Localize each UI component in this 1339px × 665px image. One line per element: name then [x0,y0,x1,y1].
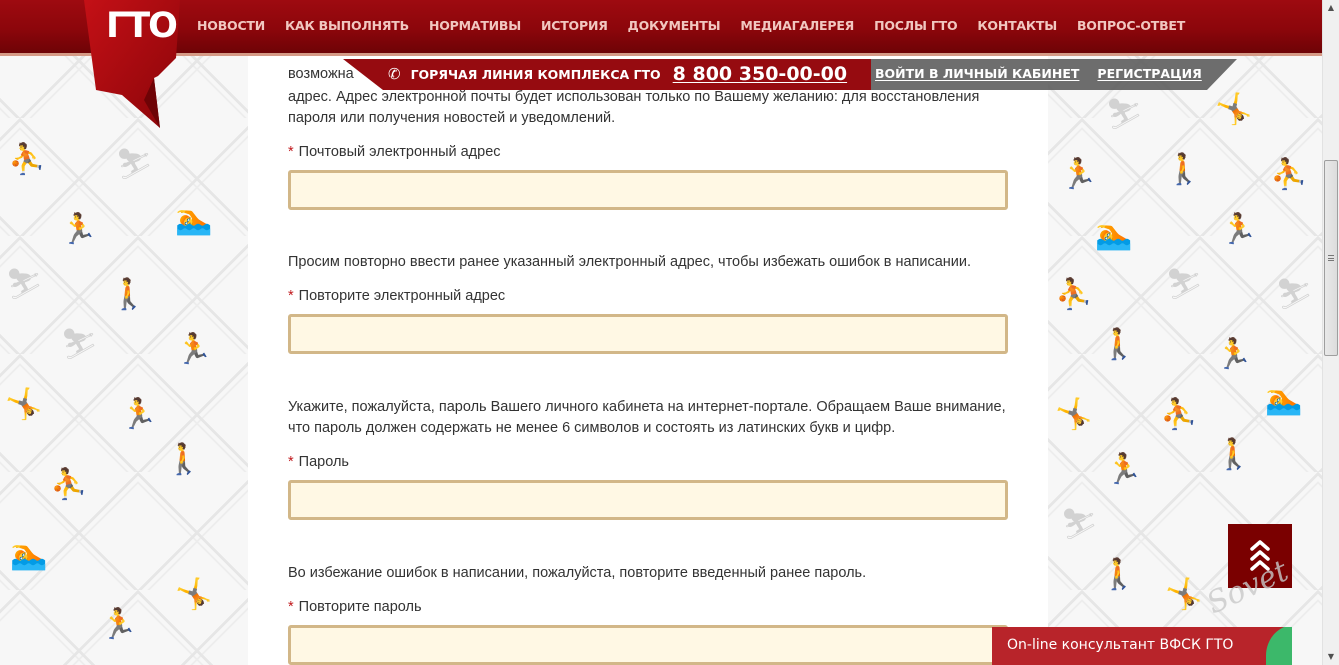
registration-form-panel: возможна адрес. Адрес электронной почты … [248,0,1048,665]
password-repeat-input[interactable] [288,625,1008,665]
scroll-down-arrow-icon[interactable]: ▼ [1323,649,1339,665]
required-mark: * [288,144,294,160]
phone-icon: ✆ [388,65,401,83]
hotline-bar: ✆ ГОРЯЧАЯ ЛИНИЯ КОМПЛЕКСА ГТО 8 800 350-… [343,59,871,90]
sport-pictogram-icon: 🏊 [10,537,48,572]
sport-pictogram-icon: 🚶 [1100,557,1138,592]
sport-pictogram-icon: 🚶 [1100,327,1138,362]
scrollbar-thumb[interactable] [1324,160,1338,356]
nav-item-faq[interactable]: ВОПРОС-ОТВЕТ [1077,18,1185,33]
password-repeat-description: Во избежание ошибок в написании, пожалуй… [288,565,867,581]
sport-pictogram-icon: 🏃 [120,397,158,432]
sport-pictogram-icon: ⛷ [5,267,44,302]
site-header: НОВОСТИ КАК ВЫПОЛНЯТЬ НОРМАТИВЫ ИСТОРИЯ … [0,0,1322,56]
register-link[interactable]: РЕГИСТРАЦИЯ [1097,66,1201,81]
nav-item-media[interactable]: МЕДИАГАЛЕРЕЯ [740,18,854,33]
form-intro-text: адрес. Адрес электронной почты будет исп… [288,89,980,126]
sport-pictogram-icon: 🏊 [175,202,213,237]
login-link[interactable]: ВОЙТИ В ЛИЧНЫЙ КАБИНЕТ [875,66,1079,81]
auth-links: ВОЙТИ В ЛИЧНЫЙ КАБИНЕТ РЕГИСТРАЦИЯ [875,66,1202,81]
sport-pictogram-icon: 🏃 [1060,157,1098,192]
sport-pictogram-icon: 🚶 [110,277,148,312]
sport-pictogram-icon: 🏃 [100,607,138,642]
sport-pictogram-icon: 🏊 [1265,382,1303,417]
required-mark: * [288,288,294,304]
online-consultant-button[interactable]: On-line консультант ВФСК ГТО [992,627,1292,665]
sport-pictogram-icon: 🚶 [1215,437,1253,472]
sport-pictogram-icon: ⛹ [50,467,88,502]
nav-item-documents[interactable]: ДОКУМЕНТЫ [628,18,721,33]
email-repeat-input[interactable] [288,314,1008,354]
logo-text: ГТО [106,6,178,46]
nav-item-ambassadors[interactable]: ПОСЛЫ ГТО [874,18,957,33]
required-mark: * [288,599,294,615]
sport-pictogram-icon: ⛹ [1160,397,1198,432]
scroll-up-arrow-icon[interactable]: ▲ [1323,0,1339,16]
sport-pictogram-icon: ⛹ [1270,157,1308,192]
nav-item-contacts[interactable]: КОНТАКТЫ [977,18,1057,33]
sport-pictogram-icon: 🏃 [1105,452,1143,487]
online-consultant-label: On-line консультант ВФСК ГТО [1007,637,1234,653]
sport-pictogram-icon: 🚶 [165,442,203,477]
sport-pictogram-icon: ⛷ [1165,267,1204,302]
required-mark: * [288,454,294,470]
nav-item-history[interactable]: ИСТОРИЯ [541,18,608,33]
page-scrollbar[interactable]: ▲ ▼ [1322,0,1339,665]
email-repeat-label: * Повторите электронный адрес [288,288,505,304]
nav-item-standards[interactable]: НОРМАТИВЫ [429,18,521,33]
sport-pictogram-icon: ⛷ [115,147,154,182]
sport-pictogram-icon: 🤸 [1055,397,1093,432]
sport-pictogram-icon: 🤸 [5,387,43,422]
sport-pictogram-icon: ⛹ [8,142,46,177]
sport-pictogram-icon: 🤸 [1165,577,1203,612]
sport-pictogram-icon: ⛷ [1275,277,1314,312]
password-repeat-label-text: Повторите пароль [298,599,422,615]
sport-pictogram-icon: ⛹ [1055,277,1093,312]
nav-item-how-to[interactable]: КАК ВЫПОЛНЯТЬ [285,18,409,33]
password-input[interactable] [288,480,1008,520]
sport-pictogram-icon: 🏃 [1220,212,1258,247]
email-input[interactable] [288,170,1008,210]
sport-pictogram-icon: 🏃 [1215,337,1253,372]
main-nav: НОВОСТИ КАК ВЫПОЛНЯТЬ НОРМАТИВЫ ИСТОРИЯ … [197,18,1185,33]
sport-pictogram-icon: ⛷ [1105,97,1144,132]
password-label: * Пароль [288,454,349,470]
sport-pictogram-icon: ⛷ [60,327,99,362]
password-repeat-label: * Повторите пароль [288,599,422,615]
sport-pictogram-icon: 🚶 [1165,152,1203,187]
password-description: Укажите, пожалуйста, пароль Вашего лично… [288,399,1006,436]
sport-pictogram-icon: 🏊 [1095,217,1133,252]
leaf-icon [1266,627,1292,665]
hotline-label: ГОРЯЧАЯ ЛИНИЯ КОМПЛЕКСА ГТО [410,66,661,82]
password-label-text: Пароль [298,454,349,470]
email-repeat-label-text: Повторите электронный адрес [298,288,506,304]
sport-pictogram-icon: 🏃 [60,212,98,247]
sport-pictogram-icon: 🤸 [1215,92,1253,127]
grip-icon [1328,255,1334,261]
hotline-phone-link[interactable]: 8 800 350-00-00 [673,63,847,85]
email-label: * Почтовый электронный адрес [288,144,501,160]
sport-pictogram-icon: 🤸 [175,577,213,612]
email-repeat-description: Просим повторно ввести ранее указанный э… [288,254,972,270]
nav-item-news[interactable]: НОВОСТИ [197,18,265,33]
gto-logo[interactable]: ГТО [84,0,180,130]
sport-pictogram-icon: ⛷ [1060,507,1099,542]
sport-pictogram-icon: 🏃 [175,332,213,367]
email-label-text: Почтовый электронный адрес [298,144,501,160]
